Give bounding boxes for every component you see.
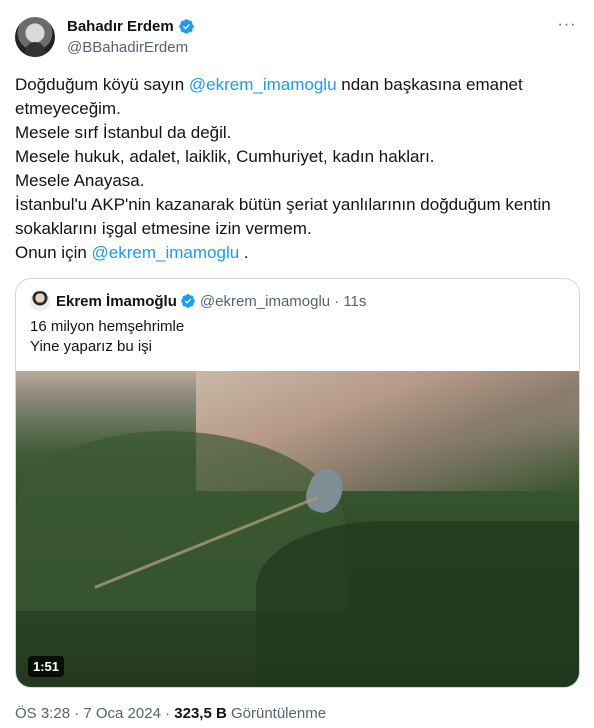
tweet-line: İstanbul'u AKP'nin kazanarak bütün şeria… [15, 195, 551, 214]
more-options-icon[interactable]: ··· [555, 17, 579, 38]
video-thumbnail[interactable]: 1:51 [16, 371, 579, 687]
tweet-meta: ÖS 3:28 · 7 Oca 2024 · 323,5 B Görüntüle… [15, 705, 326, 722]
mention-link[interactable]: @ekrem_imamoglu [189, 75, 337, 94]
views-label: Görüntülenme [226, 705, 327, 722]
verified-badge-icon [181, 294, 195, 308]
quoted-text: 16 milyon hemşehrimle Yine yaparız bu iş… [30, 317, 184, 357]
author-name-row: Bahadır Erdem [67, 18, 195, 35]
quoted-timestamp[interactable]: · 11s [334, 293, 366, 310]
tweet-line: sokaklarını işgal etmesine izin vermem. [15, 219, 312, 238]
quoted-tweet-header: Ekrem İmamoğlu @ekrem_imamoglu · 11s [30, 291, 366, 311]
tweet-line: Mesele Anayasa. [15, 171, 145, 190]
author-handle[interactable]: @BBahadirErdem [67, 39, 188, 56]
quoted-display-name[interactable]: Ekrem İmamoğlu [56, 293, 177, 310]
avatar[interactable] [15, 17, 55, 57]
video-duration-badge: 1:51 [28, 656, 65, 677]
forest-area [256, 521, 579, 687]
tweet-line: etmeyeceğim. [15, 99, 121, 118]
tweet-line: Onun için @ekrem_imamoglu . [15, 243, 249, 262]
quoted-tweet[interactable]: Ekrem İmamoğlu @ekrem_imamoglu · 11s 16 … [15, 278, 580, 688]
tweet-line: Mesele hukuk, adalet, laiklik, Cumhuriye… [15, 147, 435, 166]
tweet-line: Mesele sırf İstanbul da değil. [15, 123, 232, 142]
quoted-avatar[interactable] [30, 291, 50, 311]
verified-badge-icon [178, 19, 194, 34]
views-count: 323,5 B [174, 705, 227, 722]
quoted-text-line: 16 milyon hemşehrimle [30, 318, 185, 335]
tweet-line: Doğduğum köyü sayın @ekrem_imamoglu ndan… [15, 75, 523, 94]
tweet-text: Doğduğum köyü sayın @ekrem_imamoglu ndan… [15, 73, 575, 265]
tweet-timestamp[interactable]: ÖS 3:28 · 7 Oca 2024 · [15, 705, 174, 722]
quoted-text-line: Yine yaparız bu işi [30, 338, 153, 355]
mention-link[interactable]: @ekrem_imamoglu [92, 243, 240, 262]
quoted-handle[interactable]: @ekrem_imamoglu [200, 293, 330, 310]
tweet-header: Bahadır Erdem @BBahadirErdem ··· [15, 14, 579, 62]
author-display-name[interactable]: Bahadır Erdem [67, 18, 174, 35]
